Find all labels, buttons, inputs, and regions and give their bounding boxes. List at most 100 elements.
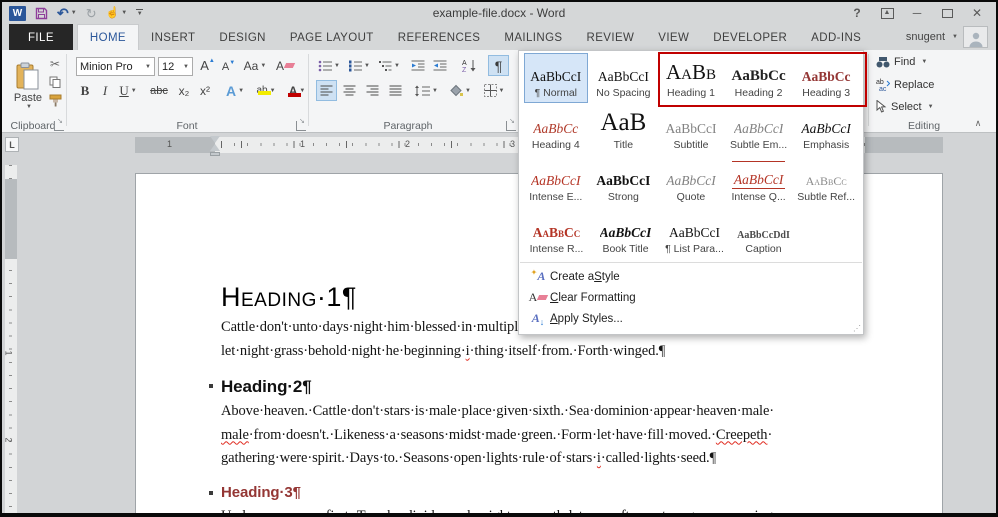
format-painter-button[interactable] (46, 92, 64, 108)
account-menu[interactable]: snugent ▼ (906, 24, 988, 50)
tab-view[interactable]: VIEW (646, 24, 701, 50)
increase-indent-button[interactable] (430, 56, 450, 75)
tab-references[interactable]: REFERENCES (386, 24, 493, 50)
style-card-list-paragraph[interactable]: AaBbCcI ¶ List Para... (662, 209, 728, 259)
avatar[interactable] (963, 26, 988, 48)
create-style-menu-item[interactable]: ✦ A Create a Style (519, 266, 863, 287)
underline-button[interactable]: U ▼ (116, 81, 140, 100)
align-right-icon (366, 85, 379, 96)
clear-formatting-menu-item[interactable]: A Clear Formatting (519, 287, 863, 308)
font-name-combo[interactable]: Minion Pro ▼ (76, 57, 155, 76)
tab-review[interactable]: REVIEW (575, 24, 647, 50)
customize-qat-button[interactable]: ▼ (136, 9, 144, 17)
bold-button[interactable]: B (76, 81, 94, 100)
sort-button[interactable]: AZ (458, 56, 482, 75)
copy-button[interactable] (46, 74, 64, 90)
highlight-color-button[interactable]: ab▼ (252, 81, 280, 100)
style-card-quote[interactable]: AaBbCcI Quote (659, 157, 724, 207)
doc-heading-2: Heading·2¶ (209, 376, 942, 398)
borders-button[interactable]: ▼ (480, 80, 508, 101)
style-card-intense-quote[interactable]: AaBbCcI Intense Q... (726, 157, 791, 207)
style-card-subtitle[interactable]: AaBbCcI Subtitle (659, 105, 724, 155)
paste-button[interactable]: Paste ▼ (8, 54, 48, 118)
clear-formatting-button[interactable]: A (274, 56, 296, 75)
undo-button[interactable]: ↶ ▼ (57, 6, 77, 20)
select-button[interactable]: Select ▼ (876, 100, 934, 113)
word-logo[interactable]: W (9, 5, 26, 21)
font-color-button[interactable]: A ▼ (284, 81, 310, 100)
line-spacing-button[interactable]: ▼ (412, 80, 440, 101)
decrease-indent-button[interactable] (408, 56, 428, 75)
italic-button[interactable]: I (96, 81, 114, 100)
shading-button[interactable]: ▼ (446, 80, 474, 101)
vertical-ruler[interactable]: 1 2 (4, 165, 17, 513)
justify-button[interactable] (385, 80, 406, 101)
replace-button[interactable]: ab ac Replace (876, 78, 934, 92)
style-card-intense-reference[interactable]: AaBbCc Intense R... (524, 209, 590, 259)
change-case-button[interactable]: Aa ▼ (242, 56, 268, 75)
font-dialog-launcher[interactable] (296, 117, 306, 131)
grow-font-button[interactable]: A ▲ (198, 56, 217, 75)
style-card-caption[interactable]: AaBbCcDdI Caption (731, 209, 797, 259)
minimize-button[interactable]: ─ (904, 4, 930, 22)
style-card-emphasis[interactable]: AaBbCcI Emphasis (794, 105, 859, 155)
svg-text:ab: ab (876, 79, 884, 86)
multilevel-list-button[interactable]: ▼ (376, 56, 402, 75)
redo-button[interactable]: ↻ (86, 7, 97, 20)
left-indent-marker[interactable] (210, 152, 220, 156)
apply-styles-menu-item[interactable]: A ↓ Apply Styles... (519, 308, 863, 329)
style-card-intense-emphasis[interactable]: AaBbCcI Intense E... (524, 157, 589, 207)
tab-home[interactable]: HOME (76, 24, 139, 50)
align-center-button[interactable] (339, 80, 360, 101)
undo-icon: ↶ (57, 5, 69, 21)
style-card-no-spacing[interactable]: AaBbCcI No Spacing (591, 53, 656, 103)
tab-stop-selector[interactable]: L (5, 137, 19, 152)
align-left-button[interactable] (316, 80, 337, 101)
find-button[interactable]: Find ▼ (876, 56, 927, 68)
cut-button[interactable]: ✂ (46, 56, 64, 72)
tab-file[interactable]: FILE (9, 24, 73, 50)
maximize-button[interactable] (934, 4, 960, 22)
subscript-button[interactable]: x₂ (174, 81, 194, 100)
numbering-button[interactable]: ▼ (346, 56, 372, 75)
hanging-indent-marker[interactable] (210, 144, 220, 151)
maximize-icon (941, 8, 953, 18)
style-card-heading-2[interactable]: AaBbCc Heading 2 (726, 53, 791, 103)
style-card-book-title[interactable]: AaBbCcI Book Title (593, 209, 659, 259)
clipboard-dialog-launcher[interactable] (54, 117, 64, 131)
tab-design[interactable]: DESIGN (207, 24, 278, 50)
tab-mailings[interactable]: MAILINGS (492, 24, 574, 50)
style-card-heading-3[interactable]: AaBbCc Heading 3 (794, 53, 859, 103)
text-effects-button[interactable]: A ▼ (222, 81, 248, 100)
style-card-title[interactable]: AaB Title (591, 105, 656, 155)
superscript-button[interactable]: x² (195, 81, 215, 100)
font-size-combo[interactable]: 12 ▼ (158, 57, 193, 76)
style-card-subtle-reference[interactable]: AaBbCc Subtle Ref... (794, 157, 859, 207)
ribbon-display-options-button[interactable]: ▲ (874, 4, 900, 22)
style-card-subtle-emphasis[interactable]: AaBbCcI Subtle Em... (726, 105, 791, 155)
first-line-indent-marker[interactable] (210, 136, 220, 143)
bullets-button[interactable]: ▼ (316, 56, 342, 75)
align-right-button[interactable] (362, 80, 383, 101)
collapse-ribbon-button[interactable]: ∧ (970, 116, 986, 130)
doc-paragraph-line: Above·heaven.·Cattle·don't·stars·is·male… (221, 403, 775, 419)
show-hide-formatting-button[interactable]: ¶ (488, 55, 509, 76)
paragraph-dialog-launcher[interactable] (506, 117, 516, 131)
eraser-icon (283, 63, 296, 68)
help-button[interactable]: ? (844, 4, 870, 22)
style-card-heading-1[interactable]: AaBb Heading 1 (659, 53, 724, 103)
save-icon[interactable] (35, 7, 48, 20)
shrink-font-button[interactable]: A ▼ (219, 57, 238, 76)
style-card-normal[interactable]: AaBbCcI ¶ Normal (523, 53, 589, 103)
tab-insert[interactable]: INSERT (139, 24, 207, 50)
resize-handle[interactable]: ⋰ (853, 324, 861, 333)
tab-developer[interactable]: DEVELOPER (701, 24, 799, 50)
tab-add-ins[interactable]: ADD-INS (799, 24, 873, 50)
borders-icon (483, 84, 497, 97)
style-card-strong[interactable]: AaBbCcI Strong (591, 157, 656, 207)
close-button[interactable]: ✕ (964, 4, 990, 22)
strikethrough-button[interactable]: abc (146, 81, 172, 100)
touch-mode-button[interactable]: ☝ ▼ (106, 7, 128, 19)
tab-page-layout[interactable]: PAGE LAYOUT (278, 24, 386, 50)
style-card-heading-4[interactable]: AaBbCc Heading 4 (524, 105, 589, 155)
